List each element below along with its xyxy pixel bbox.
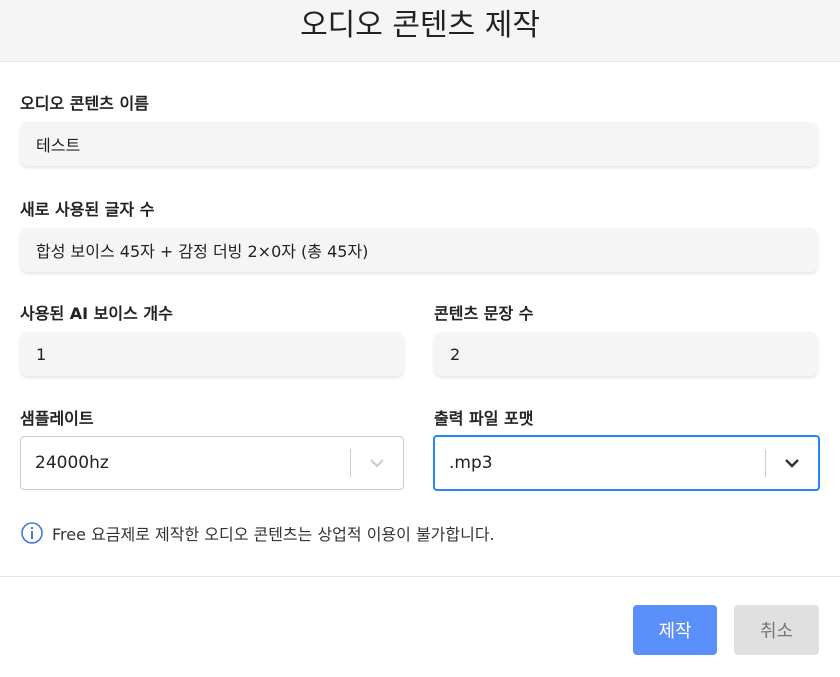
- ai-voice-count-field: 1: [20, 332, 404, 376]
- content-name-field[interactable]: 테스트: [20, 122, 818, 166]
- new-chars-label: 새로 사용된 글자 수: [20, 200, 155, 219]
- sample-rate-value: 24000hz: [35, 453, 109, 473]
- output-format-select[interactable]: .mp3: [433, 435, 820, 491]
- cancel-button[interactable]: 취소: [734, 605, 819, 655]
- notice-text: Free 요금제로 제작한 오디오 콘텐츠는 상업적 이용이 불가합니다.: [52, 525, 495, 544]
- chevron-down-icon[interactable]: [766, 437, 818, 489]
- audio-content-dialog: 오디오 콘텐츠 제작 오디오 콘텐츠 이름 테스트 새로 사용된 글자 수 합성…: [0, 0, 840, 677]
- sentence-count-field: 2: [434, 332, 818, 376]
- output-format-label: 출력 파일 포맷: [434, 409, 534, 428]
- free-plan-notice: Free 요금제로 제작한 오디오 콘텐츠는 상업적 이용이 불가합니다.: [20, 520, 495, 546]
- ai-voice-count-label: 사용된 AI 보이스 개수: [20, 304, 173, 323]
- sample-rate-label: 샘플레이트: [20, 409, 94, 428]
- output-format-value: .mp3: [449, 453, 493, 473]
- dialog-header: 오디오 콘텐츠 제작: [0, 0, 840, 62]
- info-icon: [20, 521, 44, 545]
- dialog-title: 오디오 콘텐츠 제작: [300, 7, 540, 43]
- footer-divider: [0, 576, 840, 577]
- create-button[interactable]: 제작: [633, 605, 717, 655]
- new-chars-field: 합성 보이스 45자 + 감정 더빙 2×0자 (총 45자): [20, 228, 818, 272]
- content-name-label: 오디오 콘텐츠 이름: [20, 94, 149, 113]
- sample-rate-select[interactable]: 24000hz: [20, 436, 404, 490]
- sentence-count-label: 콘텐츠 문장 수: [434, 304, 534, 323]
- chevron-down-icon[interactable]: [351, 437, 403, 489]
